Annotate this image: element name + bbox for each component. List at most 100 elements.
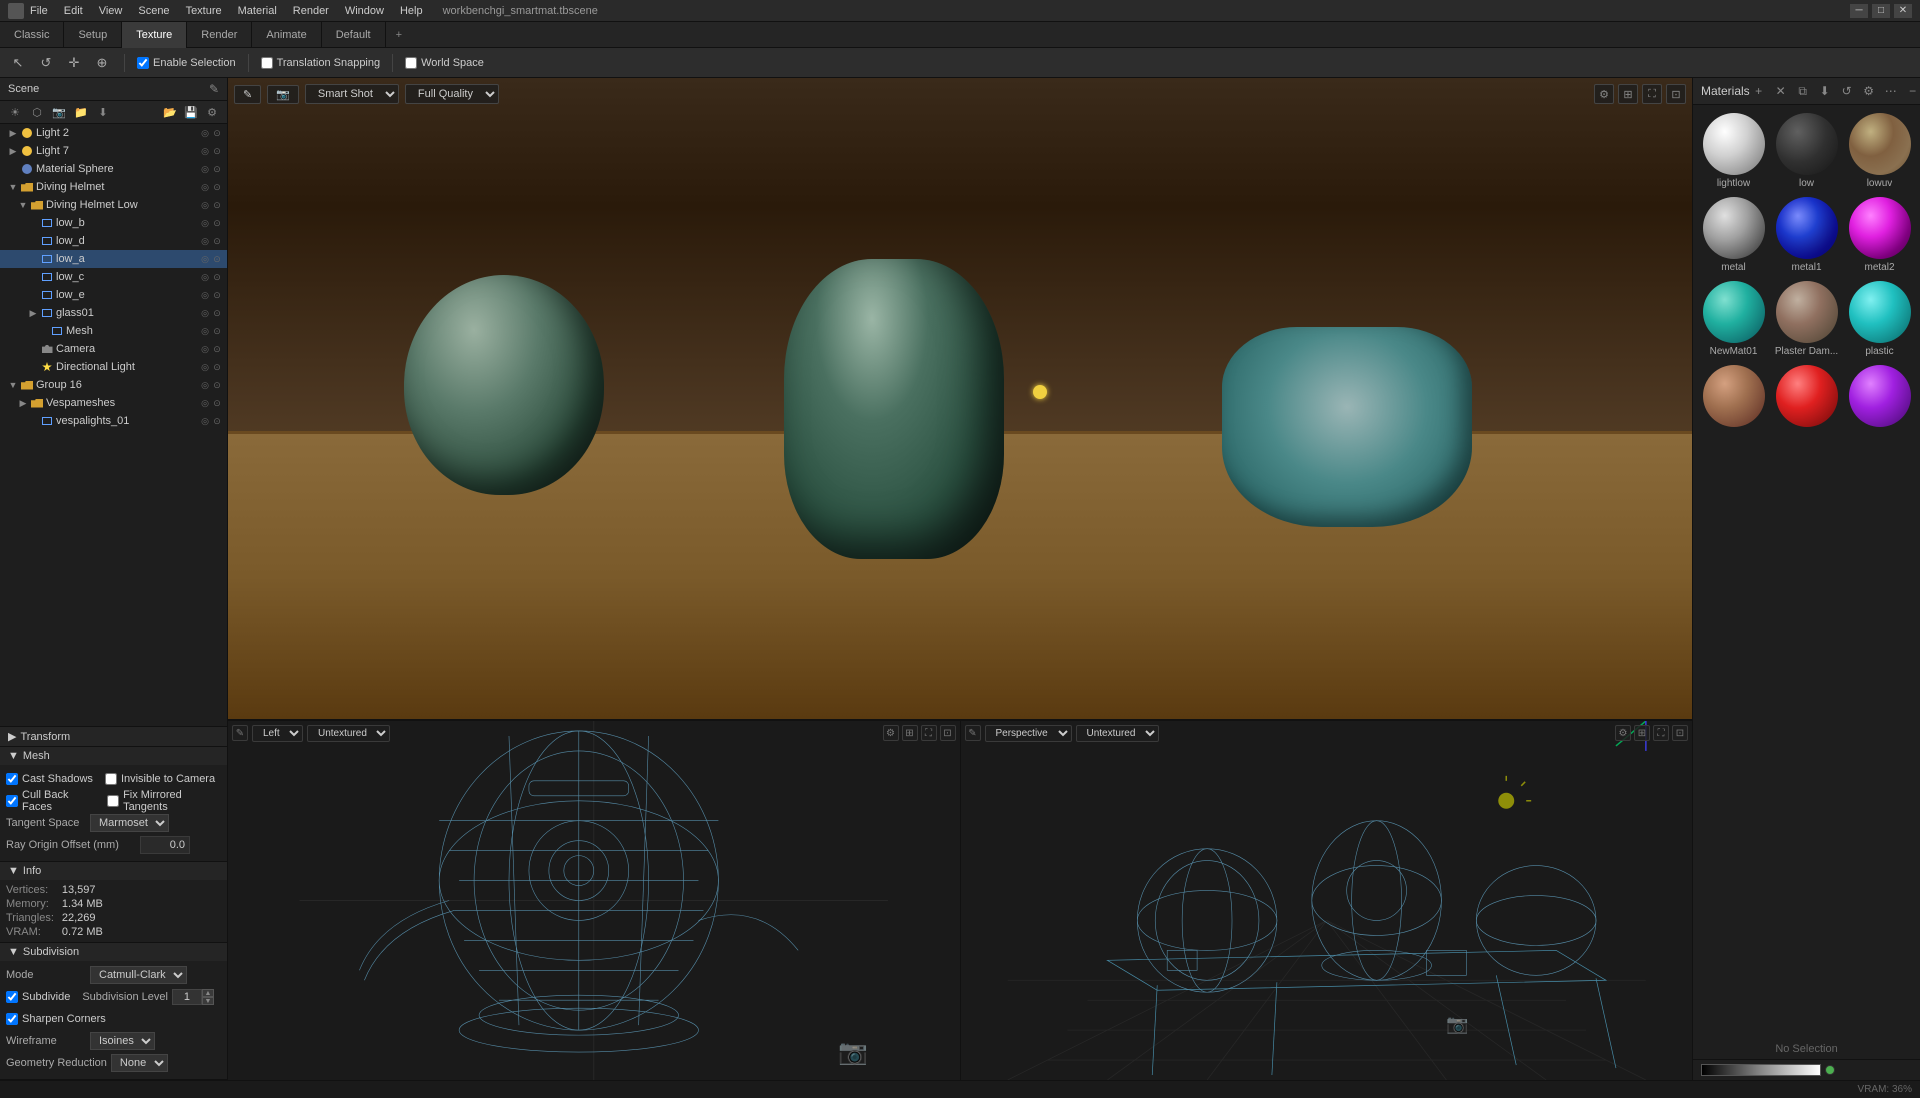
mesh-section-header[interactable]: ▼ Mesh bbox=[0, 747, 227, 765]
tree-item-vespalights01[interactable]: vespalights_01 ◎ ⊙ bbox=[0, 412, 227, 430]
ray-origin-input[interactable] bbox=[140, 836, 190, 854]
tree-item-low-e[interactable]: low_e ◎ ⊙ bbox=[0, 286, 227, 304]
scene-folder-icon[interactable]: 📂 bbox=[161, 103, 179, 121]
perspective-wireframe-viewport[interactable]: ✎ Perspective Untextured ⚙ ⊞ ⛶ ⊡ bbox=[961, 721, 1693, 1080]
menu-material[interactable]: Material bbox=[238, 5, 277, 17]
geometry-reduction-select[interactable]: None bbox=[111, 1054, 168, 1072]
tab-texture[interactable]: Texture bbox=[122, 22, 187, 48]
left-vp-layout-icon[interactable]: ⊞ bbox=[902, 725, 918, 741]
viewport-camera-icon[interactable]: 📷 bbox=[267, 85, 299, 104]
invisible-camera-check[interactable]: Invisible to Camera bbox=[105, 773, 215, 785]
scene-add-mesh-button[interactable]: ⬡ bbox=[28, 103, 46, 121]
tree-item-diving-helmet-low[interactable]: ▼ Diving Helmet Low ◎ ⊙ bbox=[0, 196, 227, 214]
viewport-fullscreen-icon[interactable]: ⛶ bbox=[1642, 84, 1662, 104]
tree-item-low-c[interactable]: low_c ◎ ⊙ bbox=[0, 268, 227, 286]
world-space-check[interactable]: World Space bbox=[405, 57, 484, 69]
move-tool-icon[interactable]: ✛ bbox=[64, 53, 84, 73]
right-vp-fullscreen-icon[interactable]: ⛶ bbox=[1653, 725, 1669, 741]
subdivision-section-header[interactable]: ▼ Subdivision bbox=[0, 943, 227, 961]
fix-tangents-checkbox[interactable] bbox=[107, 795, 119, 807]
mat-item-extra3[interactable] bbox=[1845, 363, 1914, 432]
transform-section-header[interactable]: ▶ Transform bbox=[0, 727, 227, 746]
right-vp-expand-icon[interactable]: ⊡ bbox=[1672, 725, 1688, 741]
scene-add-camera-button[interactable]: 📷 bbox=[50, 103, 68, 121]
translation-snapping-checkbox[interactable] bbox=[261, 57, 273, 69]
right-vp-pencil-icon[interactable]: ✎ bbox=[965, 725, 981, 741]
viewport-expand-icon[interactable]: ⊡ bbox=[1666, 84, 1686, 104]
left-vp-expand-icon[interactable]: ⊡ bbox=[940, 725, 956, 741]
cull-back-checkbox[interactable] bbox=[6, 795, 18, 807]
maximize-button[interactable]: □ bbox=[1872, 4, 1890, 18]
mat-item-lowuv[interactable]: lowuv bbox=[1845, 111, 1914, 191]
tree-item-light2[interactable]: ▶ Light 2 ◎ ⊙ bbox=[0, 124, 227, 142]
tree-item-vespameshes[interactable]: ▶ Vespameshes ◎ ⊙ bbox=[0, 394, 227, 412]
invisible-camera-checkbox[interactable] bbox=[105, 773, 117, 785]
cast-shadows-check[interactable]: Cast Shadows bbox=[6, 773, 93, 785]
mat-item-low[interactable]: low bbox=[1772, 111, 1841, 191]
scene-import-button[interactable]: ⬇ bbox=[94, 103, 112, 121]
close-button[interactable]: ✕ bbox=[1894, 4, 1912, 18]
scene-settings-icon[interactable]: ⚙ bbox=[203, 103, 221, 121]
menu-texture[interactable]: Texture bbox=[186, 5, 222, 17]
cull-back-check[interactable]: Cull Back Faces bbox=[6, 789, 95, 813]
mat-item-plastic[interactable]: plastic bbox=[1845, 279, 1914, 359]
scene-add-group-button[interactable]: 📁 bbox=[72, 103, 90, 121]
tab-add-button[interactable]: + bbox=[386, 29, 412, 41]
enable-selection-checkbox[interactable] bbox=[137, 57, 149, 69]
tree-item-directional-light[interactable]: Directional Light ◎ ⊙ bbox=[0, 358, 227, 376]
subdivision-mode-select[interactable]: Catmull-Clark bbox=[90, 966, 187, 984]
mat-delete-icon[interactable]: ✕ bbox=[1772, 82, 1790, 100]
select-tool-icon[interactable]: ↖ bbox=[8, 53, 28, 73]
right-vp-view-select[interactable]: Perspective bbox=[985, 725, 1072, 742]
tree-item-diving-helmet[interactable]: ▼ Diving Helmet ◎ ⊙ bbox=[0, 178, 227, 196]
rotate-tool-icon[interactable]: ↺ bbox=[36, 53, 56, 73]
wireframe-select[interactable]: Isoines bbox=[90, 1032, 155, 1050]
left-vp-pencil-icon[interactable]: ✎ bbox=[232, 725, 248, 741]
menu-render[interactable]: Render bbox=[293, 5, 329, 17]
subdivide-check[interactable]: Subdivide bbox=[6, 991, 70, 1003]
mat-more-icon[interactable]: ⋯ bbox=[1882, 82, 1900, 100]
tree-item-material-sphere[interactable]: Material Sphere ◎ ⊙ bbox=[0, 160, 227, 178]
world-space-checkbox[interactable] bbox=[405, 57, 417, 69]
left-vp-settings-icon[interactable]: ⚙ bbox=[883, 725, 899, 741]
tree-item-low-b[interactable]: low_b ◎ ⊙ bbox=[0, 214, 227, 232]
tree-item-camera[interactable]: Camera ◎ ⊙ bbox=[0, 340, 227, 358]
menu-file[interactable]: File bbox=[30, 5, 48, 17]
mat-item-plaster-dam[interactable]: Plaster Dam... bbox=[1772, 279, 1841, 359]
menu-help[interactable]: Help bbox=[400, 5, 423, 17]
info-section-header[interactable]: ▼ Info bbox=[0, 862, 227, 880]
tree-item-low-d[interactable]: low_d ◎ ⊙ bbox=[0, 232, 227, 250]
tab-default[interactable]: Default bbox=[322, 22, 386, 48]
mat-settings-icon[interactable]: ⚙ bbox=[1860, 82, 1878, 100]
fix-tangents-check[interactable]: Fix Mirrored Tangents bbox=[107, 789, 221, 813]
tree-item-light7[interactable]: ▶ Light 7 ◎ ⊙ bbox=[0, 142, 227, 160]
scale-tool-icon[interactable]: ⊕ bbox=[92, 53, 112, 73]
minimize-button[interactable]: ─ bbox=[1850, 4, 1868, 18]
smart-shot-select[interactable]: Smart Shot bbox=[305, 84, 399, 104]
mat-item-extra2[interactable] bbox=[1772, 363, 1841, 432]
right-vp-layout-icon[interactable]: ⊞ bbox=[1634, 725, 1650, 741]
spin-down-button[interactable]: ▼ bbox=[202, 997, 214, 1005]
tab-animate[interactable]: Animate bbox=[252, 22, 321, 48]
menu-view[interactable]: View bbox=[99, 5, 123, 17]
mat-add-icon[interactable]: + bbox=[1750, 82, 1768, 100]
left-vp-view-select[interactable]: Left bbox=[252, 725, 303, 742]
main-viewport[interactable]: ✎ 📷 Smart Shot Full Quality ⚙ ⊞ ⛶ ⊡ bbox=[228, 78, 1692, 720]
menu-window[interactable]: Window bbox=[345, 5, 384, 17]
enable-selection-check[interactable]: Enable Selection bbox=[137, 57, 236, 69]
cast-shadows-checkbox[interactable] bbox=[6, 773, 18, 785]
mat-collapse-icon[interactable]: − bbox=[1904, 82, 1920, 100]
mat-item-extra1[interactable] bbox=[1699, 363, 1768, 432]
mat-item-metal2[interactable]: metal2 bbox=[1845, 195, 1914, 275]
subdivision-level-input[interactable] bbox=[172, 989, 202, 1005]
subdivide-checkbox[interactable] bbox=[6, 991, 18, 1003]
tangent-space-select[interactable]: Marmoset bbox=[90, 814, 169, 832]
full-quality-select[interactable]: Full Quality bbox=[405, 84, 499, 104]
sharpen-corners-checkbox[interactable] bbox=[6, 1013, 18, 1025]
mat-item-lightlow[interactable]: lightlow bbox=[1699, 111, 1768, 191]
spin-up-button[interactable]: ▲ bbox=[202, 989, 214, 997]
tab-setup[interactable]: Setup bbox=[64, 22, 122, 48]
sharpen-corners-check[interactable]: Sharpen Corners bbox=[6, 1013, 106, 1025]
tab-classic[interactable]: Classic bbox=[0, 22, 64, 48]
mat-item-metal1[interactable]: metal1 bbox=[1772, 195, 1841, 275]
